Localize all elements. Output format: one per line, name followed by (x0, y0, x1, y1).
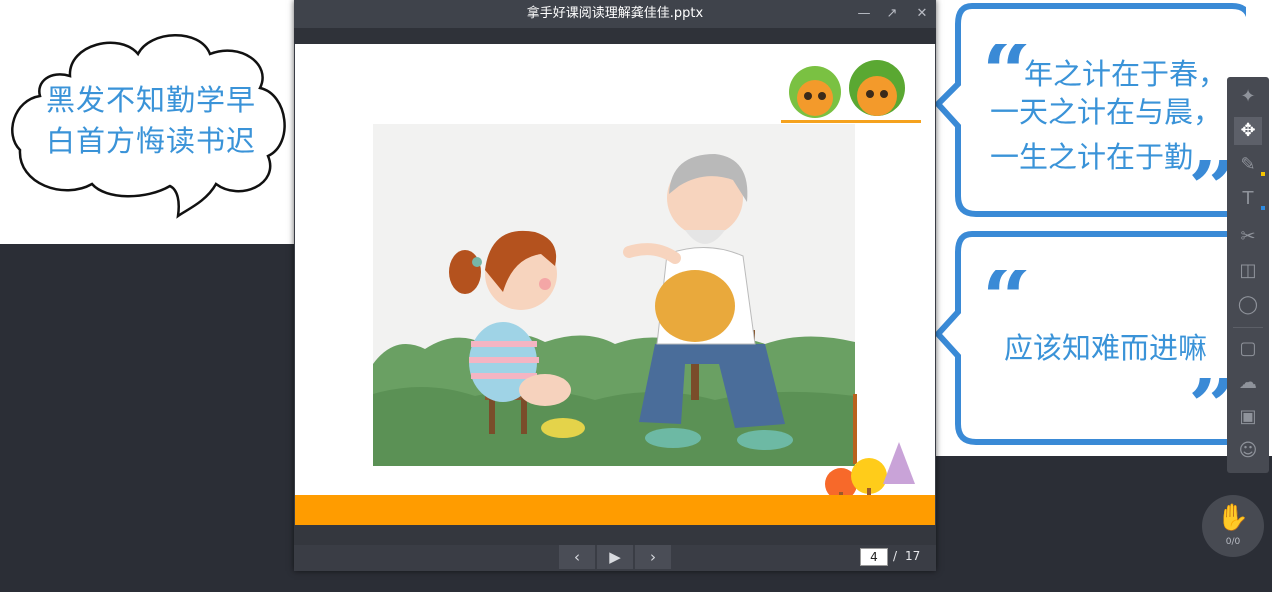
slide-illustration (373, 60, 921, 506)
annotation-toolbar: ✦ ✥ ✎ T ✂ ◫ ◯ ▢ ☁ ▣ ☺ (1227, 77, 1269, 473)
viewer-subbar (294, 28, 936, 44)
eraser-icon[interactable]: ◯ (1234, 291, 1262, 319)
laser-pointer-icon[interactable]: ✦ (1234, 83, 1262, 111)
bubble1-line2: 一天之计在与晨， (990, 95, 1223, 129)
page-number-input[interactable]: 4 (860, 548, 888, 566)
viewer-title: 拿手好课阅读理解龚佳佳.pptx (526, 6, 704, 21)
toolbar-divider (1233, 327, 1263, 328)
slide-canvas (295, 44, 935, 525)
select-move-icon[interactable]: ✥ (1234, 117, 1262, 145)
close-icon[interactable]: ✕ (912, 4, 932, 24)
chat-icon[interactable]: ▢ (1234, 335, 1262, 363)
pen-icon[interactable]: ✎ (1234, 151, 1262, 179)
maximize-icon[interactable]: ↗ (882, 4, 902, 24)
bubble2-line: 应该知难而进嘛 (1004, 331, 1208, 365)
text-color-dot (1261, 206, 1265, 210)
viewer-titlebar[interactable]: 拿手好课阅读理解龚佳佳.pptx — ↗ ✕ (294, 0, 936, 28)
bubble1-line3: 一生之计在于勤 (990, 140, 1194, 174)
raise-hand-button[interactable]: ✋ 0/0 (1202, 495, 1264, 557)
page-separator: / (893, 549, 898, 563)
next-slide-button[interactable]: › (635, 545, 671, 569)
bubble1-line1: 年之计在于春， (1024, 57, 1228, 91)
hand-count: 0/0 (1225, 537, 1241, 547)
cloud-proverb: 黑发不知勤学早 白首方悔读书迟 (45, 83, 256, 158)
mascot-right (849, 60, 905, 116)
scissors-icon[interactable]: ✂ (1234, 223, 1262, 251)
mascot-left (789, 66, 841, 118)
pptx-viewer-window[interactable]: 拿手好课阅读理解龚佳佳.pptx — ↗ ✕ (294, 0, 936, 571)
cloud-icon[interactable]: ☁ (1234, 369, 1262, 397)
viewer-under-slide (294, 525, 936, 545)
group-icon[interactable]: ☺ (1234, 437, 1262, 465)
minimize-icon[interactable]: — (854, 4, 874, 24)
trash-icon[interactable]: ◫ (1234, 257, 1262, 285)
text-icon[interactable]: T (1234, 185, 1262, 213)
prev-slide-button[interactable]: ‹ (559, 545, 595, 569)
pen-color-dot (1261, 172, 1265, 176)
play-button[interactable]: ▶ (597, 545, 633, 569)
toolbox-icon[interactable]: ▣ (1234, 403, 1262, 431)
open-quote-2: “ (982, 270, 1032, 322)
page-total: 17 (905, 549, 921, 563)
slide-orange-band (295, 495, 935, 525)
hand-icon: ✋ (1216, 503, 1250, 533)
